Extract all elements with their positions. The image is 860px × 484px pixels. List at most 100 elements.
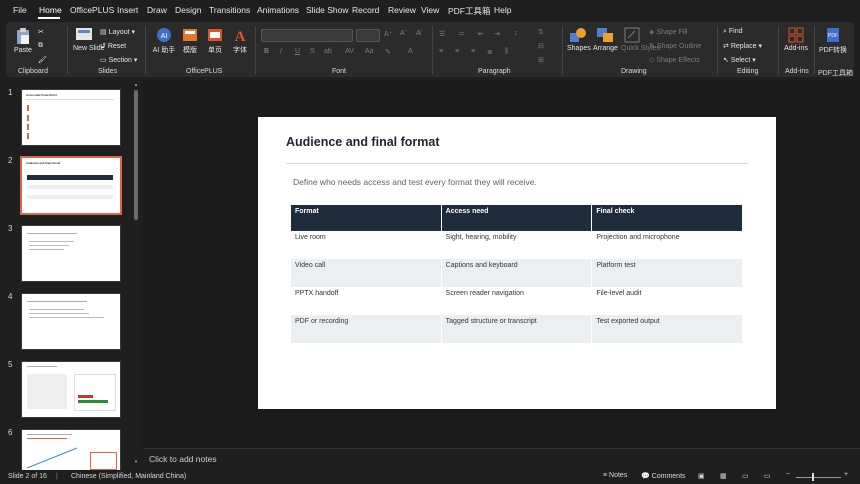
scroll-thumb[interactable]: [134, 90, 138, 220]
menu-pdf-toolbox[interactable]: PDF工具箱: [448, 5, 491, 17]
table-cell[interactable]: Captions and keyboard: [441, 259, 592, 287]
language-indicator[interactable]: Chinese (Simplified, Mainland China): [71, 473, 186, 480]
decrease-indent-button[interactable]: ⇤: [478, 30, 484, 38]
reset-button[interactable]: ↺ Reset: [100, 42, 126, 50]
shape-effects-button[interactable]: ◇ Shape Effects: [649, 56, 700, 64]
normal-view-button[interactable]: ▣: [698, 472, 705, 480]
clear-format-button[interactable]: A̸: [416, 30, 421, 37]
font-family-combo[interactable]: [261, 29, 353, 42]
comments-button[interactable]: 💬 Comments: [641, 472, 686, 480]
thumbnail-scrollbar[interactable]: ▴ ▾: [133, 82, 139, 466]
align-center-button[interactable]: ≡: [455, 48, 459, 55]
menu-file[interactable]: File: [13, 5, 27, 15]
numbering-button[interactable]: ≔: [458, 30, 465, 38]
table-cell[interactable]: PDF or recording: [291, 315, 441, 343]
shadow-button[interactable]: ab: [324, 48, 332, 55]
slide-canvas[interactable]: Audience and final format Define who nee…: [258, 117, 776, 409]
new-slide-button[interactable]: New Slide: [73, 27, 105, 52]
scroll-up-icon[interactable]: ▴: [133, 82, 139, 88]
table-cell[interactable]: PPTX handoff: [291, 287, 441, 315]
menu-home[interactable]: Home: [39, 5, 62, 15]
shape-fill-button[interactable]: ◈ Shape Fill: [649, 28, 687, 36]
table-cell[interactable]: Projection and microphone: [592, 231, 742, 259]
pdf-convert-button[interactable]: PDF PDF转换: [819, 27, 847, 55]
table-cell[interactable]: Screen reader navigation: [441, 287, 592, 315]
format-painter-button[interactable]: 🖌: [38, 56, 47, 64]
smartart-button[interactable]: ⊞: [538, 56, 544, 64]
menu-design[interactable]: Design: [175, 5, 201, 15]
table-cell[interactable]: Tagged structure or transcript: [441, 315, 592, 343]
find-button[interactable]: ⌕ Find: [723, 28, 743, 36]
slide-thumbnail-6[interactable]: [21, 429, 121, 472]
zoom-slider[interactable]: [796, 477, 841, 478]
zoom-slider-thumb[interactable]: [812, 473, 814, 481]
bold-button[interactable]: B: [264, 48, 269, 55]
table-cell[interactable]: Test exported output: [592, 315, 742, 343]
align-text-button[interactable]: ⊟: [538, 42, 544, 50]
slide-thumbnail-3[interactable]: [21, 225, 121, 282]
line-spacing-button[interactable]: ↕: [514, 30, 518, 37]
single-page-button[interactable]: 单页: [205, 27, 225, 55]
scroll-down-icon[interactable]: ▾: [133, 459, 139, 465]
justify-button[interactable]: ≣: [487, 48, 493, 56]
grow-font-button[interactable]: A⁺: [384, 30, 392, 38]
slide-thumbnail-2[interactable]: Audience and final format: [20, 156, 122, 215]
text-direction-button[interactable]: ⇅: [538, 28, 544, 36]
char-spacing-button[interactable]: AV: [345, 48, 354, 55]
table-header-cell[interactable]: Format: [291, 205, 441, 231]
select-button[interactable]: ↖ Select ▾: [723, 56, 756, 64]
font-tool-button[interactable]: A 字体: [230, 27, 250, 55]
menu-insert[interactable]: Insert: [117, 5, 138, 15]
copy-button[interactable]: ⧉: [38, 42, 43, 50]
section-button[interactable]: ▭ Section ▾: [100, 56, 137, 64]
slide-thumbnail-5[interactable]: [21, 361, 121, 418]
increase-indent-button[interactable]: ⇥: [494, 30, 500, 38]
slide-table[interactable]: Format Access need Final check Live room…: [290, 205, 743, 343]
font-size-combo[interactable]: [356, 29, 380, 42]
shrink-font-button[interactable]: Aˉ: [400, 30, 407, 37]
notes-pane[interactable]: Click to add notes: [143, 448, 860, 471]
italic-button[interactable]: I: [280, 48, 282, 55]
table-cell[interactable]: Live room: [291, 231, 441, 259]
menu-help[interactable]: Help: [494, 5, 511, 15]
change-case-button[interactable]: Aa: [365, 48, 374, 55]
slide-thumbnail-1[interactable]: Accessible PowerPoint: [21, 89, 121, 146]
table-header-cell[interactable]: Access need: [441, 205, 592, 231]
align-right-button[interactable]: ≡: [471, 48, 475, 55]
replace-button[interactable]: ⇄ Replace ▾: [723, 42, 762, 50]
table-cell[interactable]: Sight, hearing, mobility: [441, 231, 592, 259]
menu-slide-show[interactable]: Slide Show: [306, 5, 349, 15]
menu-animations[interactable]: Animations: [257, 5, 299, 15]
slide-thumbnail-4[interactable]: [21, 293, 121, 350]
arrange-button[interactable]: Arrange: [593, 27, 618, 52]
highlight-button[interactable]: ✎: [385, 48, 391, 56]
paste-button[interactable]: Paste: [12, 27, 34, 54]
table-cell[interactable]: Video call: [291, 259, 441, 287]
notes-placeholder[interactable]: Click to add notes: [149, 454, 217, 464]
menu-record[interactable]: Record: [352, 5, 379, 15]
layout-button[interactable]: ▤ Layout ▾: [100, 28, 135, 36]
underline-button[interactable]: U: [295, 48, 300, 55]
menu-review[interactable]: Review: [388, 5, 416, 15]
slide-sorter-button[interactable]: ▦: [720, 472, 727, 480]
menu-officeplus[interactable]: OfficePLUS: [70, 5, 114, 15]
bullets-button[interactable]: ☰: [439, 30, 445, 38]
zoom-in-button[interactable]: +: [844, 471, 848, 478]
strikethrough-button[interactable]: S: [310, 48, 315, 55]
notes-toggle-button[interactable]: ≡ Notes: [603, 472, 627, 479]
slideshow-button[interactable]: ▭: [764, 472, 771, 480]
table-cell[interactable]: Platform test: [592, 259, 742, 287]
menu-view[interactable]: View: [421, 5, 439, 15]
reading-view-button[interactable]: ▭: [742, 472, 749, 480]
template-button[interactable]: 模版: [180, 27, 200, 55]
shapes-button[interactable]: Shapes: [567, 27, 591, 52]
table-cell[interactable]: File-level audit: [592, 287, 742, 315]
slide-title[interactable]: Audience and final format: [286, 135, 440, 149]
quick-styles-button[interactable]: Quick Styles: [621, 27, 660, 52]
addins-button[interactable]: Add-ins: [783, 27, 809, 52]
shape-outline-button[interactable]: ✎ Shape Outline: [649, 42, 701, 50]
menu-transitions[interactable]: Transitions: [209, 5, 250, 15]
zoom-out-button[interactable]: −: [786, 471, 790, 478]
table-header-cell[interactable]: Final check: [592, 205, 742, 231]
ai-assistant-button[interactable]: AI AI 助手: [151, 27, 177, 55]
